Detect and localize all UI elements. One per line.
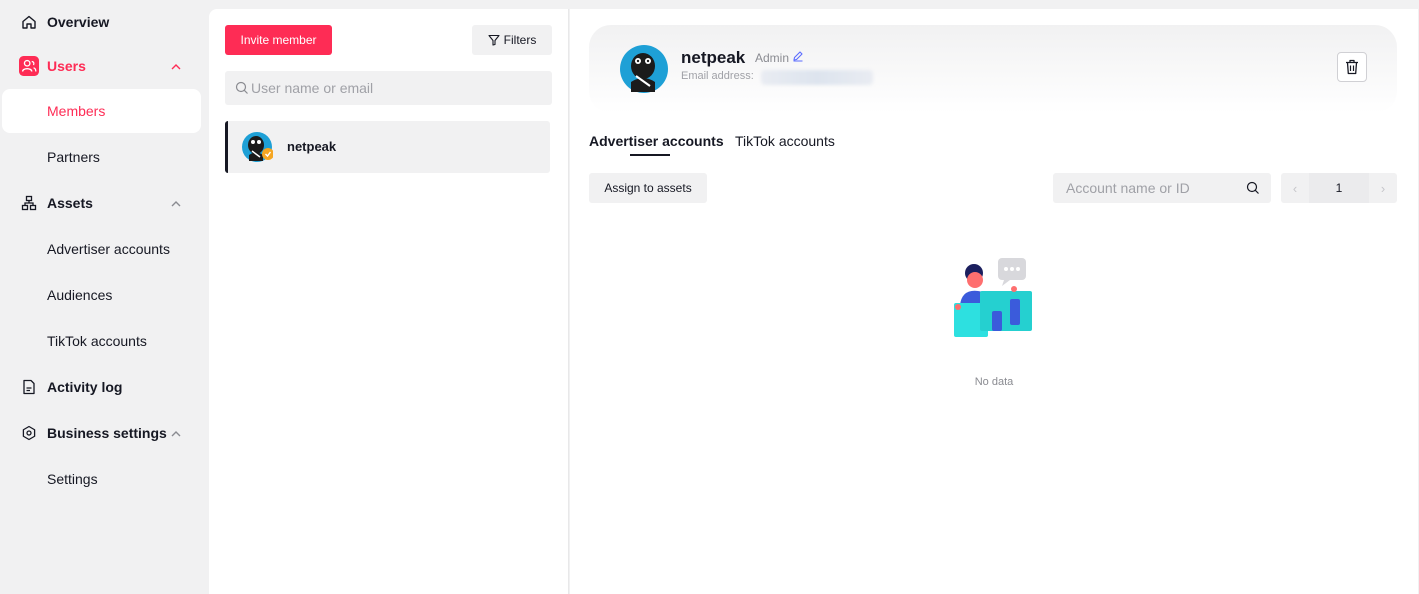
sidebar-item-overview[interactable]: Overview [0,0,201,44]
assign-to-assets-button[interactable]: Assign to assets [589,173,707,203]
sidebar-item-label: Users [47,58,86,74]
profile-name: netpeak [681,48,746,67]
sidebar-item-members[interactable]: Members [2,89,201,133]
edit-icon[interactable] [792,50,804,62]
sidebar-item-assets[interactable]: Assets [0,181,201,225]
sidebar-item-activity-log[interactable]: Activity log [0,365,201,409]
email-value-redacted [761,70,873,85]
profile-card: netpeak Admin Email address: [589,25,1397,113]
sidebar-item-label: Members [47,103,106,119]
sidebar-item-label: Advertiser accounts [47,241,170,257]
chevron-up-icon[interactable] [170,197,182,209]
sidebar-item-label: Partners [47,149,100,165]
sidebar-item-label: Overview [47,14,110,30]
account-search-input[interactable] [1066,173,1246,203]
member-search [225,71,552,105]
sidebar-item-audiences[interactable]: Audiences [0,273,201,317]
sidebar: Overview Users Members Partners Assets A… [0,0,209,594]
home-icon [19,12,39,32]
avatar [620,45,668,93]
chevron-up-icon[interactable] [170,60,182,72]
sidebar-item-users[interactable]: Users [0,44,201,88]
chevron-left-icon[interactable]: ‹ [1281,173,1309,203]
delete-button[interactable] [1337,52,1367,82]
empty-state-illustration [954,258,1032,337]
member-list-item[interactable]: netpeak [225,121,550,173]
filter-icon [488,34,500,46]
chevron-right-icon[interactable]: › [1369,173,1397,203]
sidebar-item-label: Settings [47,471,98,487]
sidebar-item-label: Activity log [47,379,123,395]
sidebar-item-label: Assets [47,195,93,211]
document-icon [19,377,39,397]
profile-role: Admin [755,51,790,65]
member-search-input[interactable] [251,71,541,105]
assets-icon [19,193,39,213]
invite-member-button[interactable]: Invite member [225,25,332,55]
sidebar-item-advertiser-accounts[interactable]: Advertiser accounts [0,227,201,271]
sidebar-item-label: Audiences [47,287,113,303]
filters-label: Filters [503,33,537,47]
avatar [242,132,273,162]
page-number[interactable]: 1 [1309,173,1369,203]
member-detail-panel: netpeak Admin Email address: Advertiser … [570,9,1418,594]
search-icon [235,81,248,94]
sidebar-item-tiktok-accounts[interactable]: TikTok accounts [0,319,201,363]
sidebar-item-partners[interactable]: Partners [0,135,201,179]
sidebar-item-label: TikTok accounts [47,333,147,349]
filters-button[interactable]: Filters [472,25,552,55]
tab-active-indicator [630,154,670,156]
email-label: Email address: [681,70,754,82]
chevron-up-icon[interactable] [170,427,182,439]
sidebar-item-label: Business settings [47,425,167,441]
empty-state-text: No data [974,376,1014,388]
trash-icon [1346,59,1358,75]
members-panel: Invite member Filters netpeak [209,9,569,594]
settings-icon [19,423,39,443]
sidebar-item-business-settings[interactable]: Business settings [0,411,201,455]
tab-tiktok-accounts[interactable]: TikTok accounts [735,133,835,149]
users-icon [19,56,39,76]
sidebar-item-settings[interactable]: Settings [0,457,201,501]
account-search [1053,173,1271,203]
tab-advertiser-accounts[interactable]: Advertiser accounts [589,133,724,149]
search-icon[interactable] [1246,181,1260,195]
pagination: ‹ 1 › [1281,173,1397,203]
member-name: netpeak [287,139,337,154]
